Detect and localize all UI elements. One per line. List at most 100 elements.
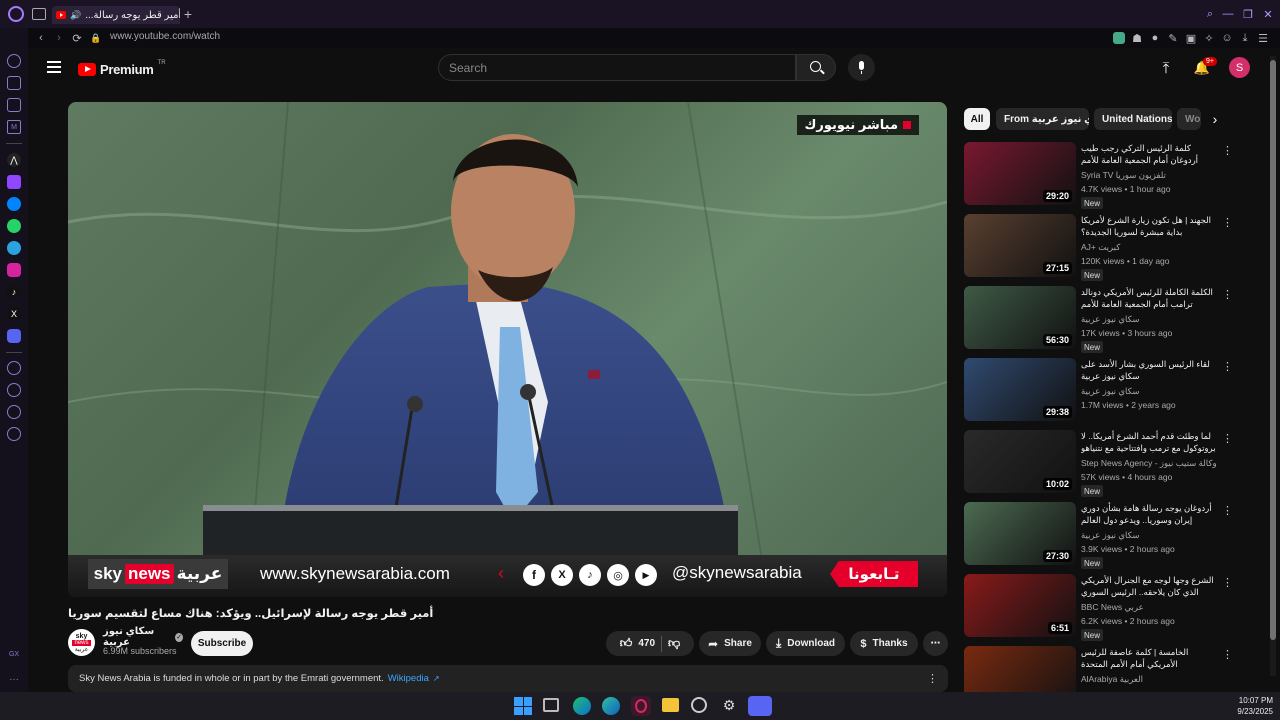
recommendation-more-icon[interactable]: ⋮	[1222, 288, 1233, 301]
opera-logo-icon[interactable]	[8, 6, 24, 22]
twitch-icon[interactable]	[7, 175, 21, 189]
recommendation-thumbnail[interactable]: 56:30	[964, 286, 1076, 349]
download-button[interactable]: ⤓ Download	[766, 631, 845, 656]
recommendation-thumbnail[interactable]: 6:51	[964, 574, 1076, 637]
instagram-icon[interactable]	[7, 263, 21, 277]
settings-gear-icon[interactable]	[7, 427, 21, 441]
recommendation-channel[interactable]: BBC News عربي	[1081, 602, 1216, 613]
chips-next-chevron-icon[interactable]: ›	[1208, 111, 1222, 127]
sidebar-more-icon[interactable]: …	[4, 672, 24, 683]
tiktok-icon[interactable]: ♪	[7, 285, 21, 299]
thanks-button[interactable]: $ Thanks	[850, 631, 918, 656]
recommendation-title[interactable]: لما وطئت قدم أحمد الشرع أمريكا.. لا بروت…	[1081, 430, 1216, 454]
windows-start-icon[interactable]	[514, 697, 532, 715]
recommendation-title[interactable]: أردوغان يوجه رسالة هامة بشأن دوري إيران …	[1081, 502, 1216, 526]
chip-all[interactable]: All	[964, 108, 990, 130]
recommendation-title[interactable]: الكلمة الكاملة للرئيس الأمريكي دونالد تر…	[1081, 286, 1216, 310]
system-clock[interactable]: 10:07 PM 9/23/2025	[1225, 695, 1273, 717]
voice-search-button[interactable]	[848, 54, 875, 81]
recommendation-title[interactable]: الشرع وجها لوجه مع الجنرال الأمريكي الذي…	[1081, 574, 1216, 598]
like-button[interactable]: 👍︎ 470	[620, 636, 655, 651]
edge-beta-icon[interactable]	[602, 697, 620, 715]
opera-gx-taskbar-button[interactable]	[631, 696, 651, 716]
page-scrollbar-track[interactable]	[1270, 56, 1276, 676]
minimize-window-icon[interactable]: —	[1221, 7, 1235, 21]
discord-icon[interactable]	[7, 329, 21, 343]
ai-app-icon[interactable]: ⋀	[7, 153, 21, 167]
player-icon[interactable]	[7, 98, 21, 112]
video-player[interactable]: مباشر نيويورك sky news عربية www.skynews…	[68, 102, 947, 597]
dislike-button[interactable]: 👎︎	[668, 636, 680, 651]
search-button[interactable]	[796, 54, 836, 81]
lock-icon[interactable]: 🔒	[90, 32, 101, 44]
recommendation-channel[interactable]: سكاي نيوز عربية	[1081, 386, 1216, 397]
extension-shield-icon[interactable]	[1113, 32, 1125, 44]
recommendation-more-icon[interactable]: ⋮	[1222, 144, 1233, 157]
settings-app-icon[interactable]: ⚙	[721, 697, 737, 713]
youtube-premium-logo[interactable]: Premium TR	[78, 60, 166, 78]
browser-tab-active[interactable]: 🔊 (16) أمير قطر يوجه رسالة...	[52, 6, 180, 24]
task-view-icon[interactable]	[543, 698, 559, 712]
close-window-icon[interactable]: ✕	[1261, 7, 1275, 21]
info-panel-more-icon[interactable]: ⋮	[927, 672, 938, 685]
aria-ai-icon[interactable]	[7, 76, 21, 90]
discord-taskbar-icon[interactable]	[748, 696, 772, 716]
news-icon[interactable]: M	[7, 120, 21, 134]
download-icon[interactable]: ⤓	[1239, 32, 1251, 44]
recommendation-thumbnail[interactable]: 27:15	[964, 214, 1076, 277]
recommendation-channel[interactable]: Syria TV تلفزيون سوريا	[1081, 170, 1216, 181]
channel-name-row[interactable]: سكاي نيوز عربية ✓	[103, 626, 183, 648]
recommendation-more-icon[interactable]: ⋮	[1222, 360, 1233, 373]
tab-islands-icon[interactable]	[32, 8, 46, 20]
steam-icon[interactable]	[691, 697, 707, 713]
recommendation-title[interactable]: الخامسة | كلمة عاصفة للرئيس الأمريكي أما…	[1081, 646, 1216, 670]
notifications-button[interactable]: 🔔 9+	[1194, 57, 1217, 76]
easy-setup-icon[interactable]: ☰	[1257, 32, 1269, 45]
reload-icon[interactable]: ⟳	[70, 31, 84, 45]
wikipedia-link[interactable]: Wikipedia	[388, 673, 429, 684]
extension-pen-icon[interactable]: ✎	[1167, 32, 1179, 45]
chip-from-channel[interactable]: From سكاي نيوز عربية	[996, 108, 1089, 130]
extension-box-icon[interactable]: ▣	[1185, 32, 1197, 45]
avatar[interactable]: S	[1229, 57, 1250, 78]
recommendation-title[interactable]: لقاء الرئيس السوري بشار الأسد على سكاي ن…	[1081, 358, 1216, 382]
more-actions-button[interactable]: ⋯	[923, 631, 948, 656]
history-icon[interactable]	[7, 383, 21, 397]
extensions-icon[interactable]	[7, 405, 21, 419]
back-icon[interactable]: ‹	[34, 31, 48, 45]
share-button[interactable]: ➦ Share	[699, 631, 761, 656]
recommendation-more-icon[interactable]: ⋮	[1222, 216, 1233, 229]
x-twitter-icon[interactable]: X	[7, 307, 21, 321]
recommendation-thumbnail[interactable]: 10:02	[964, 430, 1076, 493]
extensions-puzzle-icon[interactable]: ✧	[1203, 32, 1215, 45]
recommendation-thumbnail[interactable]: 27:30	[964, 502, 1076, 565]
player-play-icon[interactable]	[7, 361, 21, 375]
channel-name[interactable]: سكاي نيوز عربية	[103, 626, 171, 648]
profile-icon[interactable]: ☺	[1221, 32, 1233, 44]
page-scrollbar-thumb[interactable]	[1270, 60, 1276, 640]
recommendation-channel[interactable]: سكاي نيوز عربية	[1081, 314, 1216, 325]
search-input[interactable]: Search	[438, 54, 796, 81]
recommendation-channel[interactable]: Step News Agency - وكالة ستيب نيوز	[1081, 458, 1216, 469]
recommendation-channel[interactable]: AJ+ كبريت	[1081, 242, 1216, 253]
chip-partial[interactable]: Wo	[1177, 108, 1201, 130]
search-tabs-icon[interactable]: ⌕	[1203, 7, 1217, 21]
recommendation-thumbnail[interactable]: 29:38	[964, 358, 1076, 421]
recommendation-title[interactable]: الجهند | هل تكون زيارة الشرع لأمريكا بدا…	[1081, 214, 1216, 238]
recommendation-title[interactable]: كلمة الرئيس التركي رجب طيب أردوغان أمام …	[1081, 142, 1216, 166]
telegram-icon[interactable]	[7, 241, 21, 255]
messenger-icon[interactable]	[7, 197, 21, 211]
url-field[interactable]: www.youtube.com/watch	[110, 31, 510, 45]
recommendation-more-icon[interactable]: ⋮	[1222, 432, 1233, 445]
extension-people-icon[interactable]: ☗	[1131, 32, 1143, 45]
subscribe-button[interactable]: Subscribe	[191, 631, 253, 656]
whatsapp-icon[interactable]	[7, 219, 21, 233]
hamburger-menu-icon[interactable]	[47, 61, 61, 73]
edge-icon[interactable]	[573, 697, 591, 715]
upload-icon[interactable]: ⤒	[1158, 60, 1174, 77]
recommendation-channel[interactable]: سكاي نيوز عربية	[1081, 530, 1216, 541]
new-tab-plus-icon[interactable]: +	[182, 6, 194, 22]
recommendation-more-icon[interactable]: ⋮	[1222, 504, 1233, 517]
recommendation-more-icon[interactable]: ⋮	[1222, 576, 1233, 589]
recommendation-channel[interactable]: AlArabiya العربية	[1081, 674, 1216, 685]
